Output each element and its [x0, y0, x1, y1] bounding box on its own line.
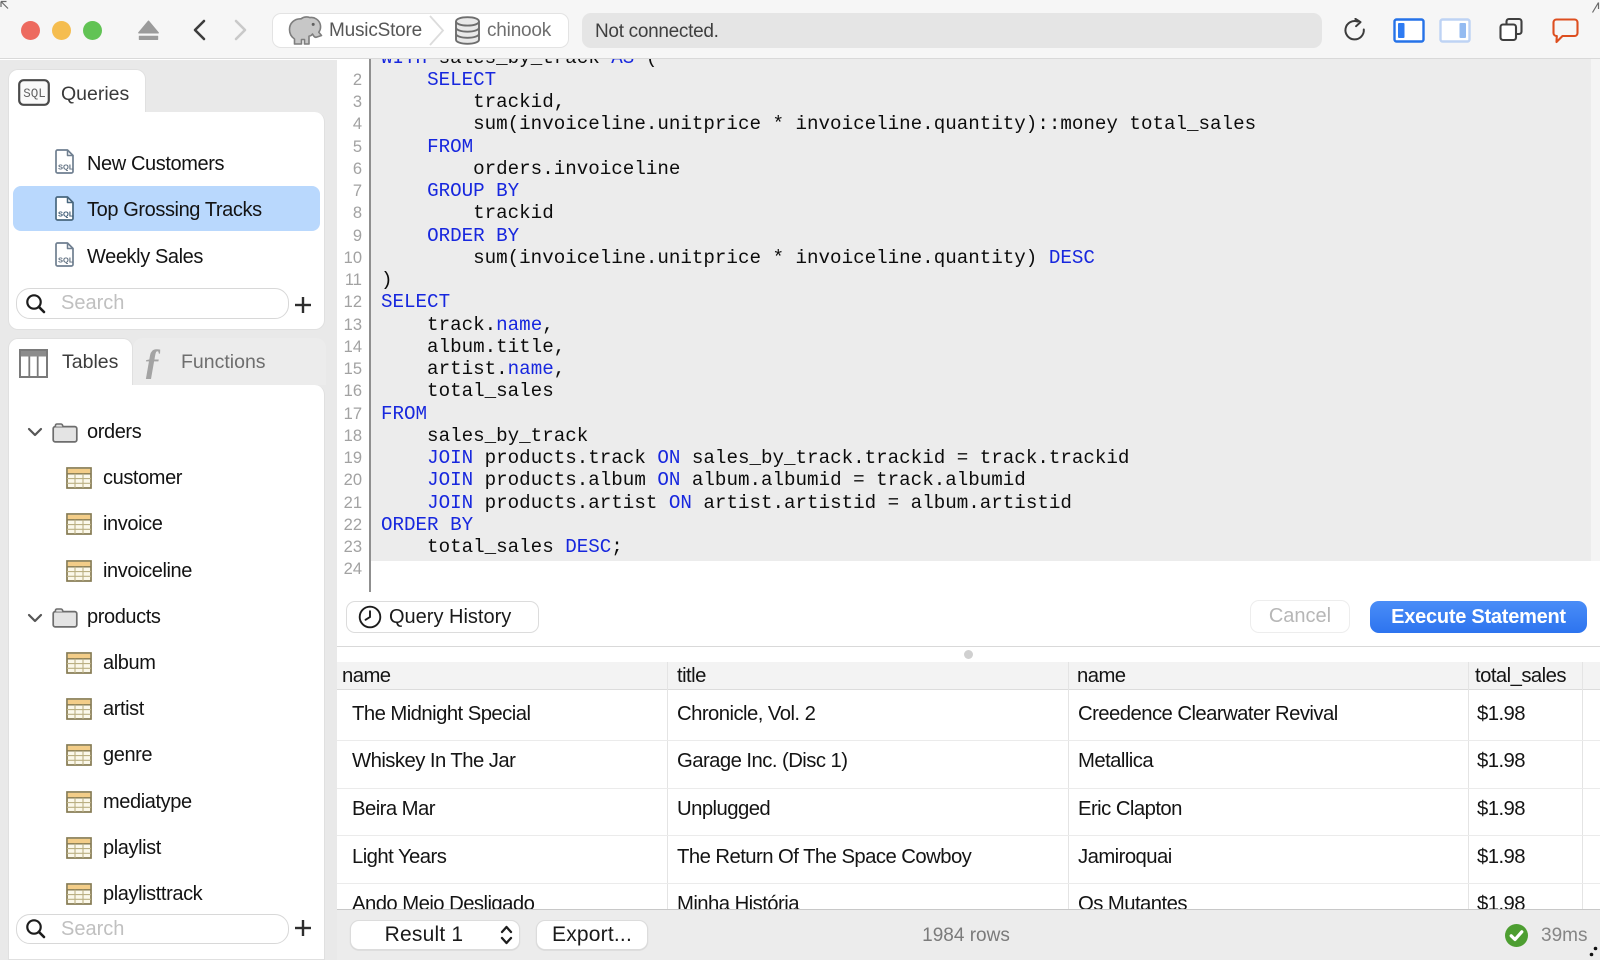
svg-text:SQL: SQL	[58, 256, 74, 265]
svg-text:SQL: SQL	[58, 209, 74, 218]
svg-text:SQL: SQL	[23, 87, 46, 101]
svg-text:SQL: SQL	[58, 163, 74, 172]
